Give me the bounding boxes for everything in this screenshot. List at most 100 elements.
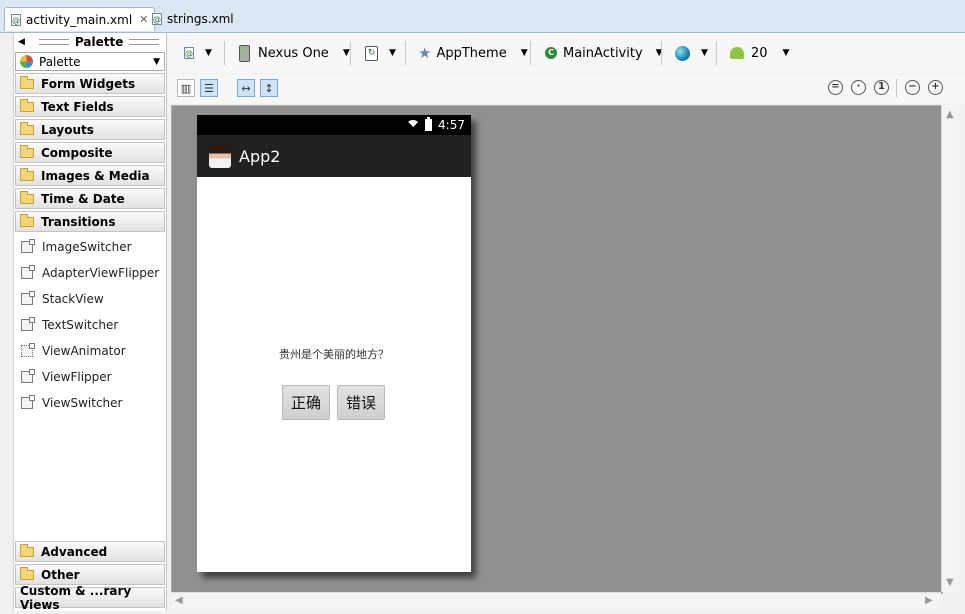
action-bar: App2 — [197, 135, 471, 177]
api-level-label: 20 — [751, 45, 768, 61]
columns-icon: ▥ — [180, 81, 192, 95]
editor-tab-bar: @ activity_main.xml ✕ @ strings.xml — [0, 0, 965, 33]
chevron-down-icon: ▼ — [782, 48, 790, 58]
category-label: Custom & ...rary Views — [20, 583, 132, 612]
locale-chooser[interactable]: ▼ — [675, 33, 708, 73]
category-label: Transitions — [41, 214, 116, 229]
expand-horizontal-icon: ↔ — [241, 81, 251, 95]
image-switcher-icon — [21, 239, 35, 253]
category-time-date[interactable]: Time & Date — [15, 188, 165, 209]
activity-chooser[interactable]: C MainActivity ▼ — [545, 33, 663, 73]
tab-label: activity_main.xml — [26, 12, 133, 27]
collapse-arrow-icon[interactable]: ◀ — [18, 37, 25, 47]
layout-vertical-button[interactable]: ☰ — [200, 79, 218, 97]
chevron-down-icon: ▼ — [520, 48, 528, 58]
zoom-fit-icon[interactable]: = — [828, 80, 843, 95]
device-label: Nexus One — [258, 45, 329, 61]
zoom-in-icon[interactable]: + — [928, 80, 943, 95]
vertical-scrollbar[interactable]: ▲ ▼ — [941, 105, 959, 592]
category-text-fields[interactable]: Text Fields — [15, 96, 165, 117]
android-icon — [730, 47, 744, 59]
question-text[interactable]: 贵州是个美丽的地方？ — [197, 346, 471, 362]
widget-label: ImageSwitcher — [42, 240, 132, 254]
category-label: Composite — [41, 145, 113, 160]
device-preview[interactable]: 4:57 App2 贵州是个美丽的地方？ 正确 错误 — [197, 115, 471, 572]
widget-text-switcher[interactable]: TextSwitcher — [14, 312, 166, 338]
api-level-chooser[interactable]: 20 ▼ — [730, 33, 789, 73]
category-label: Form Widgets — [41, 76, 136, 91]
view-flipper-icon — [21, 369, 35, 383]
category-transitions[interactable]: Transitions — [15, 211, 165, 232]
fill-width-button[interactable]: ↔ — [237, 79, 255, 97]
text-switcher-icon — [21, 317, 35, 331]
chevron-left-icon[interactable]: ◀ — [175, 595, 183, 606]
category-form-widgets[interactable]: Form Widgets — [15, 73, 165, 94]
palette-selector-value: Palette — [39, 54, 81, 69]
folder-icon — [20, 190, 34, 204]
folder-icon — [20, 566, 34, 580]
theme-chooser[interactable]: ★ AppTheme ▼ — [418, 33, 528, 73]
wifi-icon — [406, 120, 420, 130]
fill-height-button[interactable]: ↕ — [260, 79, 278, 97]
battery-icon — [425, 117, 433, 131]
zoom-100-icon[interactable]: 1 — [874, 80, 889, 95]
widget-image-switcher[interactable]: ImageSwitcher — [14, 234, 166, 260]
xml-file-icon: @ — [11, 13, 21, 26]
palette-header: ◀ Palette — [14, 33, 166, 51]
chevron-down-icon: ▼ — [701, 48, 708, 58]
orientation-chooser[interactable]: ↻ ▼ — [365, 33, 396, 73]
widget-stack-view[interactable]: StackView — [14, 286, 166, 312]
widget-view-flipper[interactable]: ViewFlipper — [14, 364, 166, 390]
widget-view-animator[interactable]: ViewAnimator — [14, 338, 166, 364]
view-animator-icon — [21, 343, 35, 357]
chevron-up-icon[interactable]: ▲ — [946, 109, 954, 120]
category-label: Other — [41, 567, 80, 582]
theme-label: AppTheme — [436, 45, 507, 61]
device-chooser[interactable]: Nexus One ▼ — [239, 33, 350, 73]
rows-icon: ☰ — [204, 81, 214, 95]
palette-bottom-categories: Advanced Other Custom & ...rary Views — [14, 541, 166, 612]
palette-panel: ◀ Palette Palette ▼ Form Widgets Text Fi… — [13, 33, 167, 612]
layout-horizontal-button[interactable]: ▥ — [177, 79, 195, 97]
category-custom-library-views[interactable]: Custom & ...rary Views — [15, 584, 165, 612]
category-advanced[interactable]: Advanced — [15, 541, 165, 562]
widget-adapter-view-flipper[interactable]: AdapterViewFlipper — [14, 260, 166, 286]
correct-button[interactable]: 正确 — [282, 385, 330, 420]
horizontal-scrollbar[interactable]: ◀ ▶ — [171, 592, 941, 610]
wrong-button[interactable]: 错误 — [337, 385, 385, 420]
category-label: Time & Date — [41, 191, 125, 206]
chevron-down-icon[interactable]: ▼ — [153, 57, 160, 67]
chevron-down-icon[interactable]: ▼ — [946, 577, 954, 588]
widget-label: AdapterViewFlipper — [42, 266, 160, 280]
chevron-down-icon: ▼ — [389, 48, 396, 58]
chevron-right-icon[interactable]: ▶ — [925, 595, 933, 606]
category-label: Advanced — [41, 544, 108, 559]
category-images-media[interactable]: Images & Media — [15, 165, 165, 186]
category-composite[interactable]: Composite — [15, 142, 165, 163]
tab-activity-main[interactable]: @ activity_main.xml ✕ — [4, 7, 156, 31]
folder-icon — [20, 543, 34, 557]
app-title: App2 — [239, 146, 281, 166]
folder-icon — [20, 121, 34, 135]
folder-icon — [20, 144, 34, 158]
layout-toolbar: @ ▼ Nexus One ▼ ↻ ▼ ★ AppTheme ▼ C MainActiv… — [168, 33, 965, 73]
phone-icon — [239, 44, 250, 62]
chevron-down-icon: ▼ — [205, 48, 212, 58]
category-layouts[interactable]: Layouts — [15, 119, 165, 140]
widget-view-switcher[interactable]: ViewSwitcher — [14, 390, 166, 416]
folder-open-icon — [20, 213, 34, 227]
category-other[interactable]: Other — [15, 564, 165, 585]
zoom-real-size-icon[interactable]: · — [851, 80, 866, 95]
activity-label: MainActivity — [563, 45, 643, 61]
activity-class-icon: C — [545, 47, 557, 59]
rotate-icon: ↻ — [365, 45, 378, 61]
palette-selector[interactable]: Palette ▼ — [15, 52, 165, 71]
category-label: Images & Media — [41, 168, 150, 183]
stack-view-icon — [21, 291, 35, 305]
zoom-out-icon[interactable]: − — [905, 80, 920, 95]
widget-label: ViewFlipper — [42, 370, 112, 384]
app-icon — [209, 144, 231, 168]
tab-strings[interactable]: @ strings.xml — [146, 7, 240, 31]
palette-title: Palette — [74, 35, 124, 49]
config-chooser[interactable]: @ ▼ — [184, 33, 212, 73]
